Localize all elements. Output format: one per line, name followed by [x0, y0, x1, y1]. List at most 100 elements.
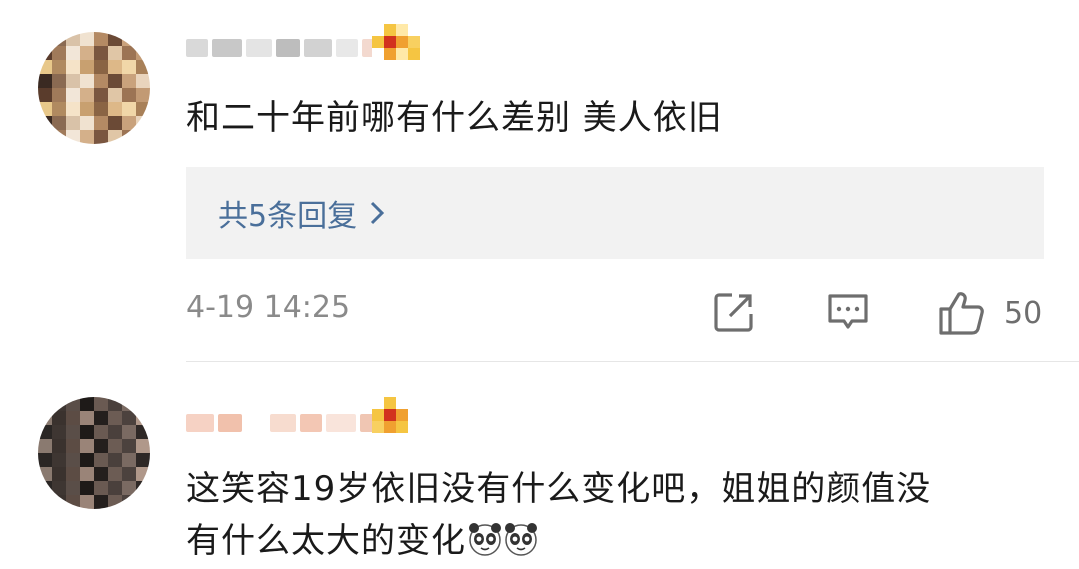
mosaic-pixel	[108, 453, 122, 467]
mosaic-pixel	[122, 130, 136, 144]
panda-face-icon	[505, 523, 537, 556]
mosaic-pixel	[94, 467, 108, 481]
mosaic-pixel	[66, 32, 80, 46]
comment-text-line: 这笑容19岁依旧没有什么变化吧，姐姐的颜值没	[186, 469, 932, 509]
share-icon	[714, 293, 753, 332]
mosaic-pixel	[38, 74, 52, 88]
mosaic-pixel	[38, 411, 52, 425]
mosaic-pixel	[136, 32, 150, 46]
mosaic-pixel	[372, 36, 384, 48]
mosaic-pixel	[136, 116, 150, 130]
mosaic-pixel	[66, 411, 80, 425]
mosaic-pixel	[408, 24, 420, 36]
mosaic-pixel	[384, 24, 396, 36]
username-masked[interactable]	[186, 34, 392, 62]
mosaic-pixel	[372, 24, 384, 36]
comment-text: 和二十年前哪有什么差别 美人依旧	[186, 98, 723, 138]
mosaic-pixel	[52, 425, 66, 439]
panda-face-icon	[469, 523, 501, 556]
avatar[interactable]	[38, 32, 150, 144]
mosaic-pixel	[372, 48, 384, 60]
mosaic-pixel	[372, 421, 384, 433]
mosaic-pixel	[408, 48, 420, 60]
mosaic-pixel	[122, 397, 136, 411]
reply-button[interactable]	[826, 290, 870, 334]
mosaic-pixel	[136, 467, 150, 481]
mosaic-pixel	[80, 116, 94, 130]
mosaic-pixel	[396, 48, 408, 60]
replies-link[interactable]: 共5条回复	[186, 167, 1044, 259]
chevron-right-icon	[371, 201, 385, 225]
mosaic-pixel	[108, 32, 122, 46]
avatar[interactable]	[38, 397, 150, 509]
mosaic-pixel	[136, 439, 150, 453]
mosaic-pixel	[136, 88, 150, 102]
mosaic-pixel	[108, 495, 122, 509]
mosaic-pixel	[94, 495, 108, 509]
mosaic-pixel	[52, 60, 66, 74]
mosaic-pixel	[80, 88, 94, 102]
mosaic-pixel	[80, 74, 94, 88]
mosaic-pixel	[94, 397, 108, 411]
mosaic-pixel	[94, 46, 108, 60]
mosaic-pixel	[38, 116, 52, 130]
comment-text-segment: 有什么太大的变化	[186, 521, 466, 561]
mosaic-pixel	[108, 46, 122, 60]
mosaic-pixel	[66, 74, 80, 88]
mosaic-pixel	[94, 74, 108, 88]
comment-icon	[828, 294, 868, 329]
mosaic-pixel	[52, 130, 66, 144]
mosaic-pixel	[108, 130, 122, 144]
mosaic-pixel	[408, 36, 420, 48]
mosaic-pixel	[52, 102, 66, 116]
like-button[interactable]: 50	[938, 290, 1042, 336]
mosaic-pixel	[94, 116, 108, 130]
like-icon	[939, 292, 984, 335]
mosaic-pixel	[66, 439, 80, 453]
mosaic-pixel	[66, 481, 80, 495]
mosaic-pixel	[94, 439, 108, 453]
mosaic-pixel	[52, 411, 66, 425]
share-button[interactable]	[712, 290, 756, 334]
mosaic-pixel	[80, 467, 94, 481]
mosaic-pixel	[52, 453, 66, 467]
mosaic-pixel	[38, 46, 52, 60]
username-masked[interactable]	[186, 409, 386, 437]
mosaic-pixel	[396, 421, 408, 433]
mosaic-pixel	[52, 74, 66, 88]
mosaic-pixel	[80, 32, 94, 46]
mosaic-pixel	[94, 481, 108, 495]
mosaic-pixel	[66, 88, 80, 102]
mosaic-pixel	[108, 411, 122, 425]
mosaic-pixel	[136, 46, 150, 60]
mosaic-pixel	[122, 88, 136, 102]
mosaic-pixel	[122, 439, 136, 453]
mosaic-pixel	[38, 397, 52, 411]
mosaic-pixel	[52, 481, 66, 495]
mosaic-pixel	[66, 397, 80, 411]
comment-timestamp: 4-19 14:25	[186, 290, 351, 325]
mosaic-pixel	[80, 453, 94, 467]
mosaic-pixel	[122, 495, 136, 509]
mosaic-pixel	[384, 36, 396, 48]
mosaic-pixel	[122, 102, 136, 116]
mosaic-pixel	[38, 481, 52, 495]
mosaic-pixel	[80, 397, 94, 411]
mosaic-pixel	[80, 411, 94, 425]
mosaic-pixel	[396, 36, 408, 48]
mosaic-pixel	[66, 60, 80, 74]
mosaic-pixel	[94, 60, 108, 74]
comment-divider	[186, 361, 1079, 362]
mosaic-pixel	[136, 411, 150, 425]
mosaic-pixel	[52, 397, 66, 411]
mosaic-pixel	[80, 46, 94, 60]
comment-list: 和二十年前哪有什么差别 美人依旧 共5条回复 4-19 14:25 50 这笑容…	[0, 0, 1079, 569]
mosaic-pixel	[94, 130, 108, 144]
mosaic-pixel	[108, 88, 122, 102]
mosaic-pixel	[396, 409, 408, 421]
like-count: 50	[1004, 295, 1043, 331]
mosaic-pixel	[38, 32, 52, 46]
mosaic-pixel	[122, 411, 136, 425]
mosaic-pixel	[136, 425, 150, 439]
mosaic-pixel	[108, 481, 122, 495]
